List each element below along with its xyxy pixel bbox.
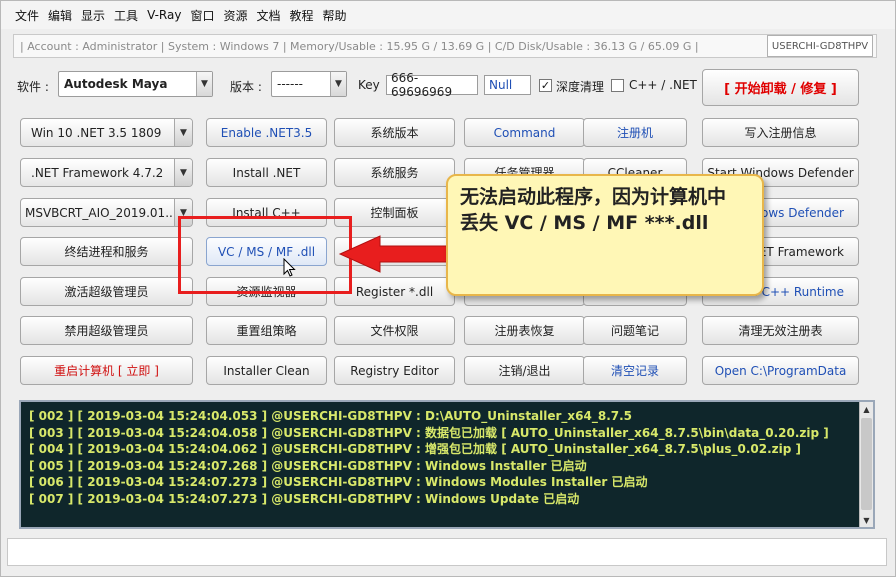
status-bar — [7, 538, 887, 566]
key-label: Key — [358, 78, 380, 92]
open-programdata-button[interactable]: Open C:\ProgramData — [702, 356, 859, 385]
register-dll-button[interactable]: Register *.dll — [334, 277, 455, 306]
log-scrollbar[interactable]: ▲ ▼ — [859, 402, 873, 527]
net35-select[interactable]: Win 10 .NET 3.5 1809 ▼ — [20, 118, 193, 147]
log-line: [ 003 ] [ 2019-03-04 15:24:04.058 ] @USE… — [29, 425, 829, 440]
enable-admin-button[interactable]: 激活超级管理员 — [20, 277, 193, 306]
callout-line-2: 丢失 VC / MS / MF ***.dll — [460, 212, 709, 234]
callout-line-1: 无法启动此程序，因为计算机中 — [460, 186, 727, 208]
enable-net35-button[interactable]: Enable .NET3.5 — [206, 118, 327, 147]
registry-restore-button[interactable]: 注册表恢复 — [464, 316, 585, 345]
net35-select-value: Win 10 .NET 3.5 1809 — [31, 125, 162, 140]
disable-admin-button[interactable]: 禁用超级管理员 — [20, 316, 193, 345]
menu-resources[interactable]: 资源 — [223, 7, 247, 24]
menu-docs[interactable]: 文档 — [256, 7, 280, 24]
system-info-bar: | Account : Administrator | System : Win… — [13, 34, 877, 58]
cpp-net-label: C++ / .NET — [629, 78, 697, 92]
log-line: [ 005 ] [ 2019-03-04 15:24:07.268 ] @USE… — [29, 458, 587, 473]
log-line: [ 002 ] [ 2019-03-04 15:24:04.053 ] @USE… — [29, 409, 633, 423]
system-version-button[interactable]: 系统版本 — [334, 118, 455, 147]
registry-editor-button[interactable]: Registry Editor — [334, 356, 455, 385]
log-line: [ 007 ] [ 2019-03-04 15:24:07.273 ] @USE… — [29, 491, 580, 506]
scroll-down-icon[interactable]: ▼ — [860, 513, 873, 527]
hostname-box: USERCHI-GD8THPV — [767, 35, 873, 57]
version-label: 版本 : — [230, 80, 262, 94]
problem-notes-button[interactable]: 问题笔记 — [583, 316, 687, 345]
software-label: 软件 : — [17, 80, 49, 94]
chevron-down-icon: ▼ — [174, 119, 192, 146]
kill-process-button[interactable]: 终结进程和服务 — [20, 237, 193, 266]
menu-bar: 文件 编辑 显示 工具 V-Ray 窗口 资源 文档 教程 帮助 — [1, 1, 895, 29]
net-framework-select[interactable]: .NET Framework 4.7.2 ▼ — [20, 158, 193, 187]
software-select[interactable]: Autodesk Maya ▼ — [58, 71, 213, 97]
installer-clean-button[interactable]: Installer Clean — [206, 356, 327, 385]
file-permission-button[interactable]: 文件权限 — [334, 316, 455, 345]
menu-file[interactable]: 文件 — [15, 7, 39, 24]
software-select-value: Autodesk Maya — [64, 77, 168, 91]
menu-edit[interactable]: 编辑 — [48, 7, 72, 24]
start-uninstall-button[interactable]: [ 开始卸载 / 修复 ] — [702, 69, 859, 106]
control-panel-button[interactable]: 控制面板 — [334, 198, 455, 227]
write-registry-button[interactable]: 写入注册信息 — [702, 118, 859, 147]
deep-clean-label: 深度清理 — [556, 80, 605, 94]
log-panel: [ 002 ] [ 2019-03-04 15:24:04.053 ] @USE… — [19, 400, 875, 529]
msvbcrt-select[interactable]: MSVBCRT_AIO_2019.01.... ▼ — [20, 198, 193, 227]
reset-policy-button[interactable]: 重置组策略 — [206, 316, 327, 345]
keygen-button[interactable]: 注册机 — [583, 118, 687, 147]
null-field[interactable]: Null — [484, 75, 531, 95]
version-select[interactable]: ------ ▼ — [271, 71, 347, 97]
install-net-button[interactable]: Install .NET — [206, 158, 327, 187]
clean-registry-button[interactable]: 清理无效注册表 — [702, 316, 859, 345]
log-line: [ 006 ] [ 2019-03-04 15:24:07.273 ] @USE… — [29, 475, 648, 490]
log-lines: [ 002 ] [ 2019-03-04 15:24:04.053 ] @USE… — [29, 408, 849, 508]
key-input[interactable]: 666-69696969 — [386, 71, 478, 99]
menu-vray[interactable]: V-Ray — [147, 8, 181, 22]
highlight-box — [178, 216, 352, 294]
menu-help[interactable]: 帮助 — [323, 7, 347, 24]
restart-button[interactable]: 重启计算机 [ 立即 ] — [20, 356, 193, 385]
chevron-down-icon: ▼ — [196, 72, 212, 96]
menu-tutorials[interactable]: 教程 — [289, 7, 313, 24]
deep-clean-checkbox[interactable]: ✓ — [539, 79, 552, 92]
menu-window[interactable]: 窗口 — [190, 7, 214, 24]
version-select-value: ------ — [277, 77, 303, 91]
error-callout: 无法启动此程序，因为计算机中 丢失 VC / MS / MF ***.dll — [446, 174, 764, 296]
log-line: [ 004 ] [ 2019-03-04 15:24:04.062 ] @USE… — [29, 442, 802, 457]
cpp-net-checkbox[interactable] — [611, 79, 624, 92]
mouse-cursor-icon — [283, 258, 296, 277]
menu-tools[interactable]: 工具 — [114, 7, 138, 24]
system-services-button[interactable]: 系统服务 — [334, 158, 455, 187]
command-button[interactable]: Command — [464, 118, 585, 147]
chevron-down-icon: ▼ — [174, 159, 192, 186]
net-framework-select-value: .NET Framework 4.7.2 — [31, 165, 164, 180]
scroll-up-icon[interactable]: ▲ — [860, 402, 873, 416]
msvbcrt-select-value: MSVBCRT_AIO_2019.01.... — [25, 205, 181, 220]
clear-log-button[interactable]: 清空记录 — [583, 356, 687, 385]
logout-button[interactable]: 注销/退出 — [464, 356, 585, 385]
chevron-down-icon: ▼ — [330, 72, 346, 96]
computer-management-button[interactable]: 计算机管理 — [334, 237, 455, 266]
menu-view[interactable]: 显示 — [81, 7, 105, 24]
scroll-thumb[interactable] — [861, 418, 872, 510]
